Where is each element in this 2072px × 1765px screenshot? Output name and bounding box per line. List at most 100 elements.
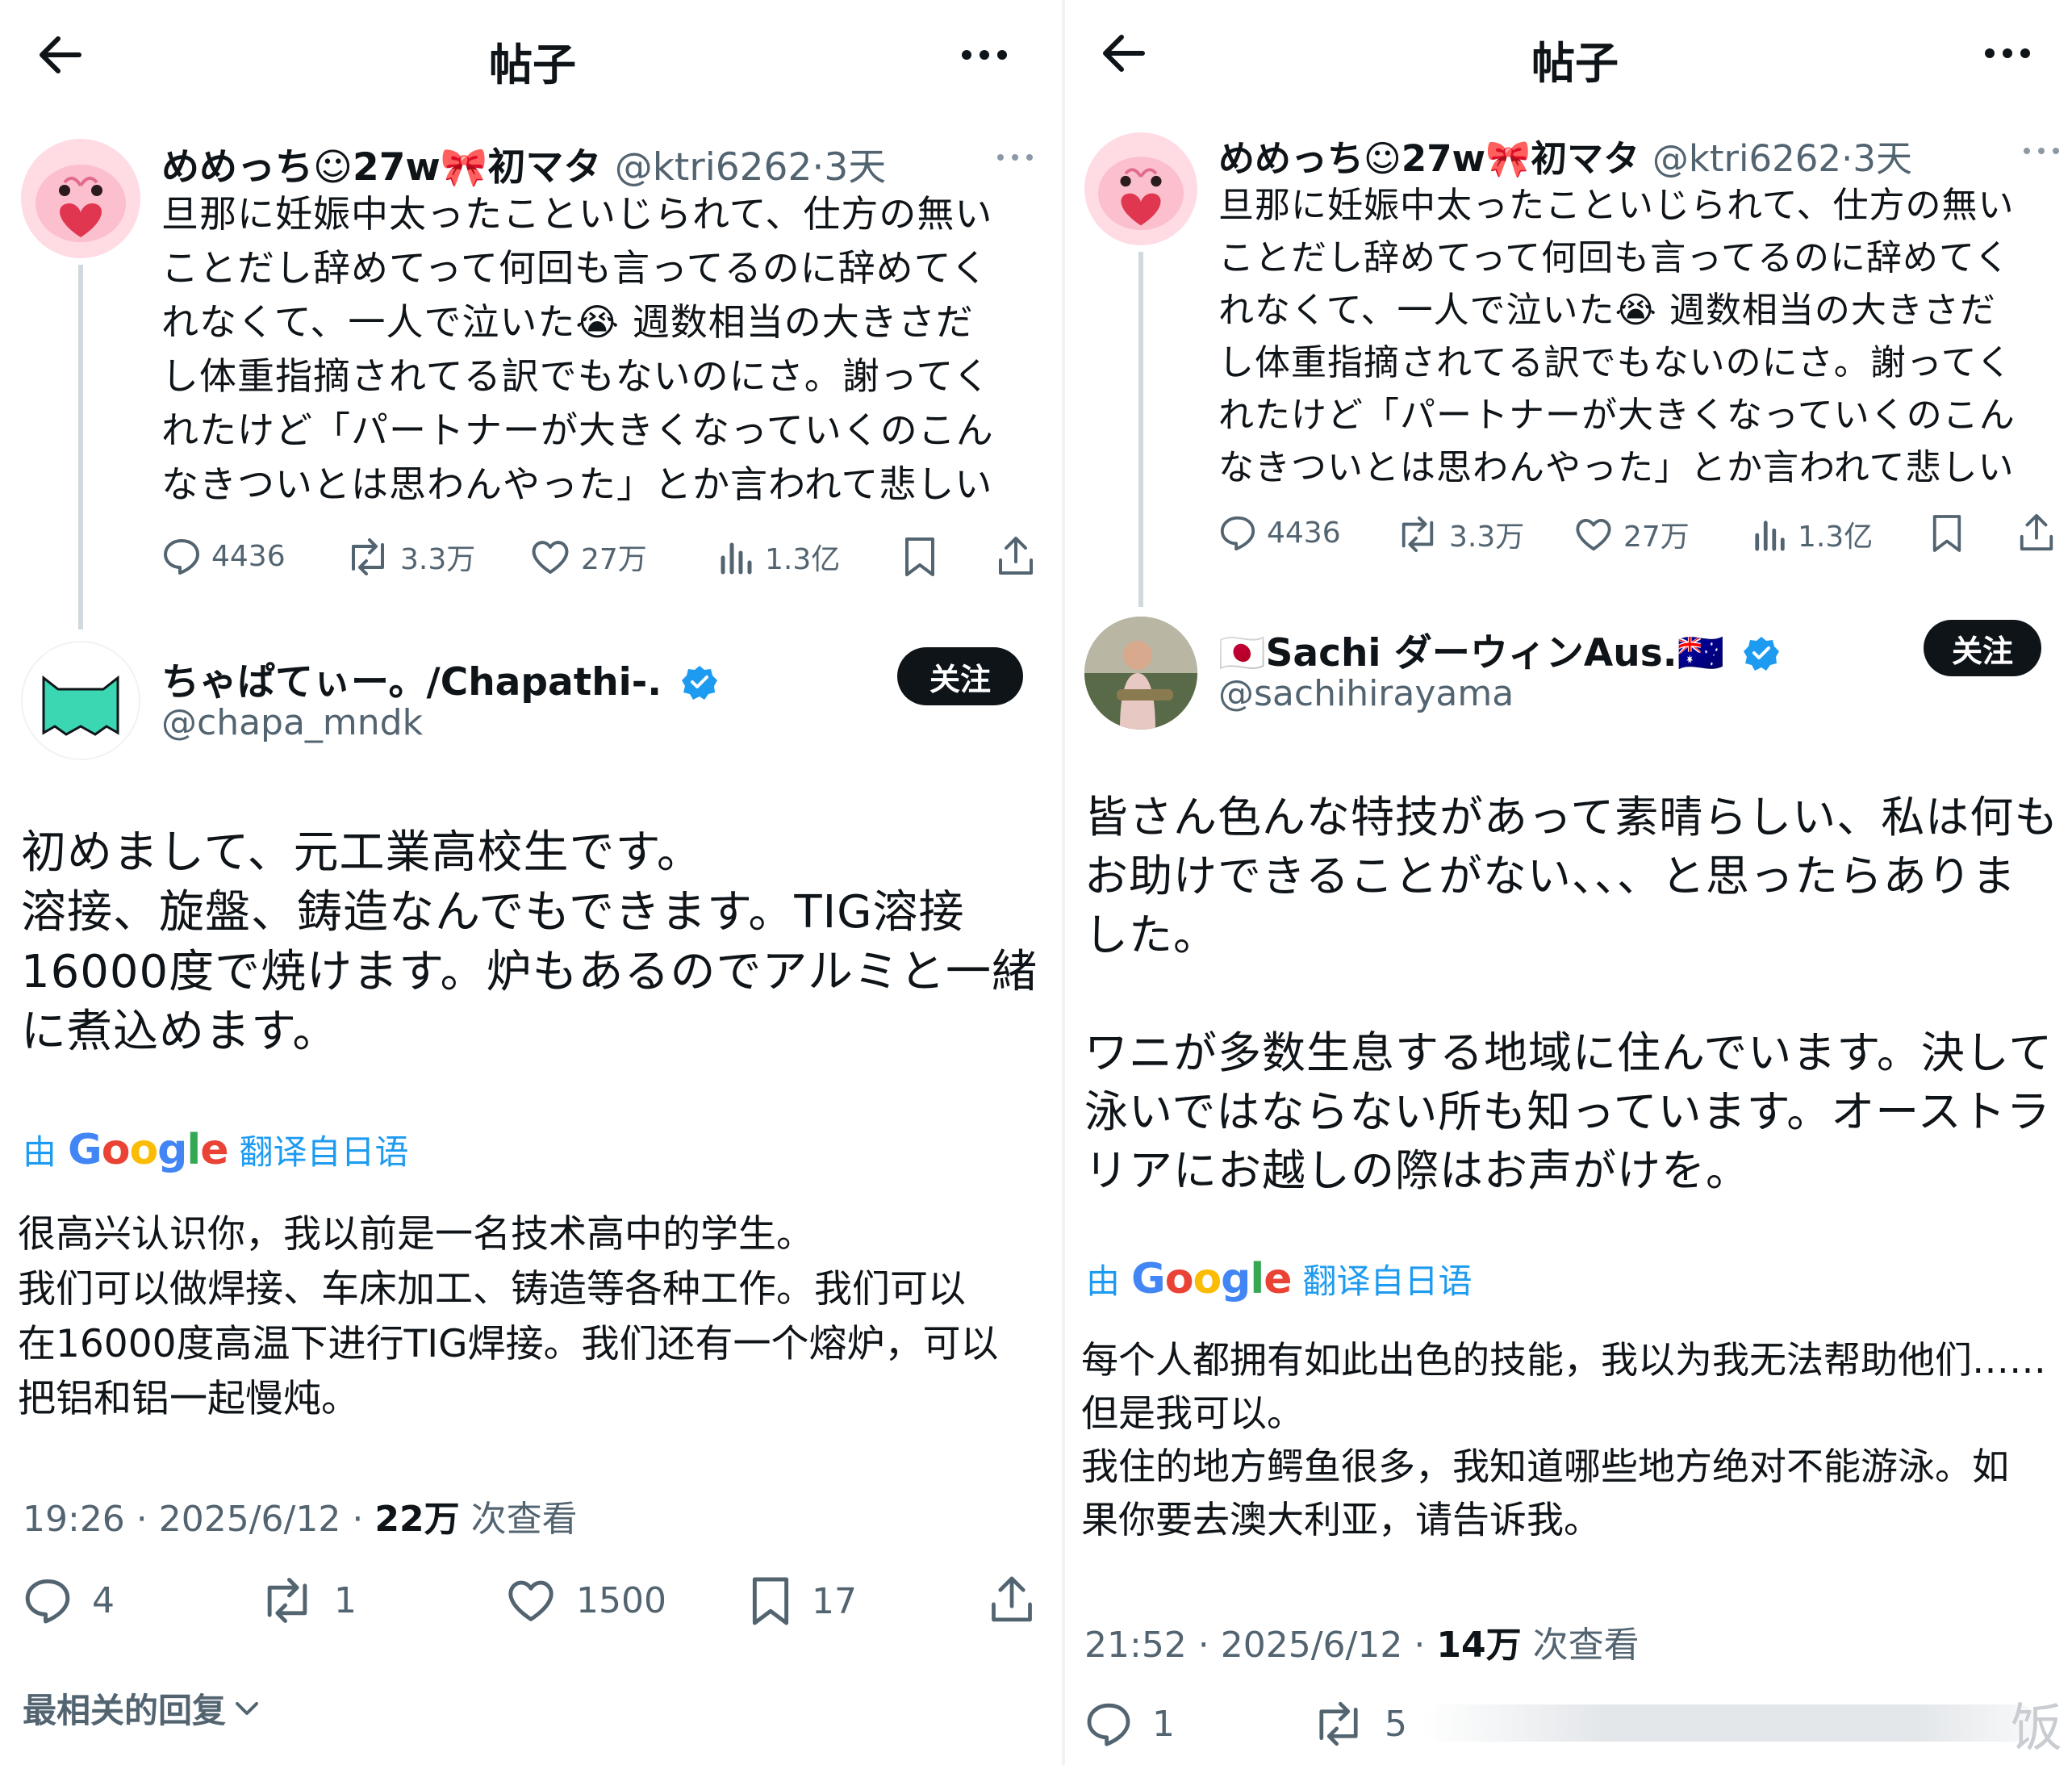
reply-author-name-row: ちゃぱてぃー。/Chapathi-.: [161, 650, 717, 706]
quoted-text-line: し体重指摘されてる訳でもないのにさ。謝ってく: [1218, 342, 2013, 383]
follow-button[interactable]: 关注: [1924, 620, 2041, 676]
post-time: 3天: [824, 145, 887, 190]
bookmark-icon[interactable]: [1930, 513, 1964, 557]
quoted-author-handle[interactable]: @ktri6262: [615, 145, 813, 190]
quoted-more-icon[interactable]: [996, 150, 1034, 165]
chevron-down-icon: [236, 1701, 259, 1715]
quoted-text-line: なきついとは思わんやった」とか言われて悲しい: [161, 462, 993, 506]
back-arrow-icon[interactable]: [34, 29, 86, 81]
repost-icon: [1319, 1701, 1358, 1746]
follow-button[interactable]: 关注: [897, 647, 1023, 705]
share-icon[interactable]: [2017, 512, 2056, 557]
watermark-bar: [1423, 1704, 2036, 1742]
quoted-text-line: れなくて、一人で泣いた😭 週数相当の大きさだ: [1218, 290, 1996, 331]
quoted-text-line: れなくて、一人で泣いた😭 週数相当の大きさだ: [161, 300, 974, 344]
quoted-author-name[interactable]: めめっち☺27w🎀初マタ: [1218, 137, 1640, 180]
more-options-icon[interactable]: [959, 29, 1010, 81]
quoted-text-line: し体重指摘されてる訳でもないのにさ。謝ってく: [161, 354, 992, 398]
quoted-post-text: 旦那に妊娠中太ったこといじられて、仕方の無い ことだし辞めてって何回も言ってるの…: [161, 187, 994, 512]
view-total: 14万: [1436, 1625, 1522, 1666]
repost-action[interactable]: 1: [260, 1575, 357, 1625]
quoted-text-line: れたけど「パートナーが大きくなっていくのこん: [1218, 395, 2016, 436]
quoted-author-line: めめっち☺27w🎀初マタ @ktri6262·3天: [161, 136, 886, 191]
translation-suffix: 翻译自日语: [239, 1132, 409, 1172]
like-action[interactable]: 1500: [505, 1575, 666, 1625]
google-logo-icon: Google: [68, 1125, 229, 1174]
view-label: 次查看: [470, 1499, 578, 1540]
reply-author-name[interactable]: 🇯🇵Sachi ダーウィンAus.🇦🇺: [1218, 631, 1724, 675]
bookmark-action[interactable]: 17: [749, 1575, 857, 1627]
repost-action[interactable]: 3.3万: [345, 536, 475, 578]
repost-action[interactable]: 3.3万: [1396, 513, 1524, 555]
post-meta: 21:52 · 2025/6/12 · 14万 次查看: [1084, 1616, 1640, 1667]
reply-action[interactable]: 4436: [1218, 513, 1341, 552]
verified-badge-icon: [681, 666, 717, 700]
reply-action[interactable]: 1: [1084, 1700, 1175, 1748]
view-count: 1.3亿: [1798, 521, 1874, 554]
heart-icon: [1576, 519, 1611, 551]
translation-label[interactable]: 由 Google 翻译自日语: [23, 1125, 409, 1174]
quoted-post-text: 旦那に妊娠中太ったこといじられて、仕方の無い ことだし辞めてって何回も言ってるの…: [1218, 179, 2016, 494]
like-action[interactable]: 27万: [529, 536, 647, 578]
share-icon[interactable]: [988, 1574, 1036, 1629]
views-action[interactable]: 1.3亿: [1752, 513, 1873, 555]
view-label: 次查看: [1532, 1625, 1640, 1666]
reply-count: 4436: [211, 539, 286, 573]
separator-dot: ·: [812, 145, 825, 190]
avatar[interactable]: [21, 641, 140, 760]
back-arrow-icon[interactable]: [1097, 27, 1149, 79]
heart-icon: [508, 1580, 554, 1621]
repost-icon: [352, 538, 384, 575]
repost-icon: [1402, 516, 1434, 553]
post-meta: 19:26 · 2025/6/12 · 22万 次查看: [23, 1490, 578, 1541]
quoted-author-handle[interactable]: @ktri6262: [1652, 137, 1841, 180]
reply-icon: [1220, 516, 1255, 551]
reply-action[interactable]: 4436: [161, 536, 286, 576]
translation-text: 很高兴认识你，我以前是一名技术高中的学生。 我们可以做焊接、车床加工、铸造等各种…: [18, 1212, 999, 1421]
reply-post-text: 皆さん色んな特技があって素晴らしい、私は何も お助けできることがない、、、と思っ…: [1084, 792, 2059, 1196]
share-icon[interactable]: [996, 534, 1036, 581]
repost-count: 3.3万: [400, 543, 476, 576]
verified-badge-icon: [1744, 637, 1780, 671]
reply-action[interactable]: 4: [23, 1575, 115, 1625]
sort-replies-label: 最相关的回复: [23, 1691, 227, 1730]
quoted-more-icon[interactable]: [2022, 144, 2061, 159]
view-total: 22万: [374, 1499, 460, 1540]
translation-text: 每个人都拥有如此出色的技能，我以为我无法帮助他们…… 但是我可以。 我住的地方鳄…: [1081, 1338, 2046, 1541]
sort-replies-dropdown[interactable]: 最相关的回复: [23, 1683, 261, 1733]
reply-author-name[interactable]: ちゃぱてぃー。/Chapathi-.: [161, 660, 662, 705]
reply-author-handle[interactable]: @sachihirayama: [1218, 673, 1514, 714]
like-count: 27万: [581, 543, 647, 576]
quoted-text-line: なきついとは思わんやった」とか言われて悲しい: [1218, 447, 2015, 488]
repost-count: 1: [334, 1579, 357, 1621]
quoted-author-line: めめっち☺27w🎀初マタ @ktri6262·3天: [1218, 129, 1912, 182]
quoted-text-line: ことだし辞めてって何回も言ってるのに辞めてく: [1218, 237, 2011, 278]
separator-dot: ·: [1841, 137, 1853, 180]
more-options-icon[interactable]: [1982, 27, 2033, 79]
translation-suffix: 翻译自日语: [1302, 1261, 1473, 1301]
like-action[interactable]: 27万: [1573, 513, 1690, 555]
quoted-author-name[interactable]: めめっち☺27w🎀初マタ: [161, 145, 601, 190]
avatar[interactable]: [21, 139, 140, 258]
avatar[interactable]: [1084, 617, 1197, 730]
bookmark-icon[interactable]: [902, 536, 938, 581]
analytics-icon: [1755, 521, 1785, 551]
views-action[interactable]: 1.3亿: [718, 536, 840, 578]
quoted-text-line: 旦那に妊娠中太ったこといじられて、仕方の無い: [161, 192, 993, 236]
like-count: 1500: [576, 1579, 666, 1621]
translation-label[interactable]: 由 Google 翻译自日语: [1086, 1254, 1473, 1303]
thread-connector-line: [1138, 252, 1143, 607]
bookmark-icon: [752, 1577, 789, 1625]
post-time: 3天: [1853, 137, 1912, 180]
right-post-panel: 帖子 めめっち☺27w🎀初マタ @ktri6262·3天 旦那に妊娠中太ったこと…: [1065, 0, 2072, 1765]
repost-action[interactable]: 5: [1312, 1700, 1407, 1748]
reply-author-handle[interactable]: @chapa_mndk: [161, 702, 423, 743]
page-title: 帖子: [489, 40, 576, 90]
like-count: 27万: [1623, 521, 1690, 554]
view-count: 1.3亿: [765, 543, 841, 576]
reply-count: 4436: [1267, 516, 1341, 550]
avatar[interactable]: [1084, 132, 1197, 245]
post-timestamp: 21:52 · 2025/6/12 ·: [1084, 1625, 1426, 1666]
post-timestamp: 19:26 · 2025/6/12 ·: [23, 1499, 364, 1540]
translation-prefix: 由: [23, 1132, 57, 1172]
